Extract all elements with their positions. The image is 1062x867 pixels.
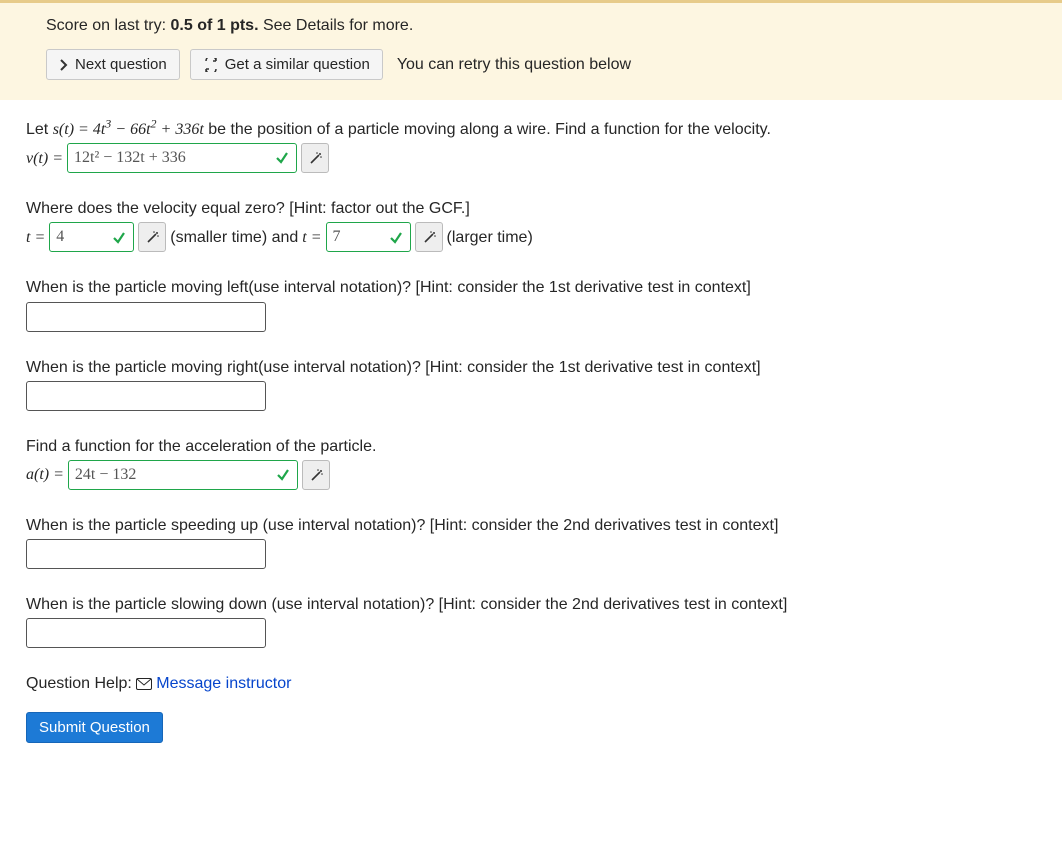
- retry-icon: [203, 56, 219, 73]
- button-row: Next question Get a similar question You…: [46, 49, 1036, 80]
- velocity-input[interactable]: [67, 143, 297, 173]
- chevron-right-icon: [59, 56, 69, 73]
- velocity-row: v(t) =: [26, 143, 1036, 173]
- preview-button[interactable]: [302, 460, 330, 490]
- acceleration-row: a(t) =: [26, 460, 1036, 490]
- zero-velocity-prompt: Where does the velocity equal zero? [Hin…: [26, 195, 1036, 222]
- score-line: Score on last try: 0.5 of 1 pts. See Det…: [46, 17, 1036, 35]
- acceleration-prompt: Find a function for the acceleration of …: [26, 433, 1036, 460]
- moving-right-input[interactable]: [26, 381, 266, 411]
- part-velocity: Let s(t) = 4t3 − 66t2 + 336t be the posi…: [26, 116, 1036, 173]
- t2-tag: (larger time): [447, 224, 533, 251]
- preview-button[interactable]: [138, 222, 166, 252]
- acceleration-label: a(t) =: [26, 461, 64, 488]
- score-prefix: Score on last try:: [46, 17, 171, 34]
- wand-icon: [145, 230, 159, 245]
- intro-pre: Let: [26, 121, 53, 138]
- wand-icon: [308, 150, 322, 165]
- zero-velocity-row: t = (smaller time) and t =: [26, 222, 1036, 252]
- question-body: Let s(t) = 4t3 − 66t2 + 336t be the posi…: [0, 116, 1062, 763]
- part-moving-left: When is the particle moving left(use int…: [26, 274, 1036, 331]
- moving-left-prompt: When is the particle moving left(use int…: [26, 274, 1036, 301]
- t1-tag: (smaller time) and: [170, 224, 298, 251]
- part-speeding-up: When is the particle speeding up (use in…: [26, 512, 1036, 569]
- t2-input[interactable]: [326, 222, 411, 252]
- next-question-button[interactable]: Next question: [46, 49, 180, 80]
- question-help-label: Question Help:: [26, 675, 136, 692]
- message-instructor-link[interactable]: Message instructor: [136, 670, 291, 697]
- message-instructor-label: Message instructor: [156, 670, 291, 697]
- position-expression: s(t) = 4t3 − 66t2 + 336t: [53, 121, 204, 138]
- speeding-up-prompt: When is the particle speeding up (use in…: [26, 512, 1036, 539]
- next-question-label: Next question: [75, 56, 167, 73]
- slowing-down-input[interactable]: [26, 618, 266, 648]
- score-panel: Score on last try: 0.5 of 1 pts. See Det…: [0, 0, 1062, 100]
- intro-line: Let s(t) = 4t3 − 66t2 + 336t be the posi…: [26, 116, 1036, 143]
- wand-icon: [309, 467, 323, 482]
- acceleration-input[interactable]: [68, 460, 298, 490]
- question-help-row: Question Help: Message instructor: [26, 670, 1036, 697]
- see-details-text: See Details for more.: [259, 17, 414, 34]
- part-velocity-zero: Where does the velocity equal zero? [Hin…: [26, 195, 1036, 252]
- t-equals-1: t =: [26, 224, 45, 251]
- t-equals-2: t =: [302, 224, 321, 251]
- submit-question-button[interactable]: Submit Question: [26, 712, 163, 743]
- moving-right-prompt: When is the particle moving right(use in…: [26, 354, 1036, 381]
- intro-post: be the position of a particle moving alo…: [204, 121, 771, 138]
- preview-button[interactable]: [301, 143, 329, 173]
- part-acceleration: Find a function for the acceleration of …: [26, 433, 1036, 490]
- wand-icon: [422, 230, 436, 245]
- similar-question-label: Get a similar question: [225, 56, 370, 73]
- moving-left-input[interactable]: [26, 302, 266, 332]
- speeding-up-input[interactable]: [26, 539, 266, 569]
- retry-text: You can retry this question below: [397, 56, 631, 74]
- similar-question-button[interactable]: Get a similar question: [190, 49, 383, 80]
- t1-input[interactable]: [49, 222, 134, 252]
- velocity-label: v(t) =: [26, 145, 63, 172]
- slowing-down-prompt: When is the particle slowing down (use i…: [26, 591, 1036, 618]
- part-moving-right: When is the particle moving right(use in…: [26, 354, 1036, 411]
- mail-icon: [136, 670, 152, 697]
- preview-button[interactable]: [415, 222, 443, 252]
- score-value: 0.5 of 1 pts.: [171, 17, 259, 34]
- part-slowing-down: When is the particle slowing down (use i…: [26, 591, 1036, 648]
- submit-question-label: Submit Question: [39, 719, 150, 736]
